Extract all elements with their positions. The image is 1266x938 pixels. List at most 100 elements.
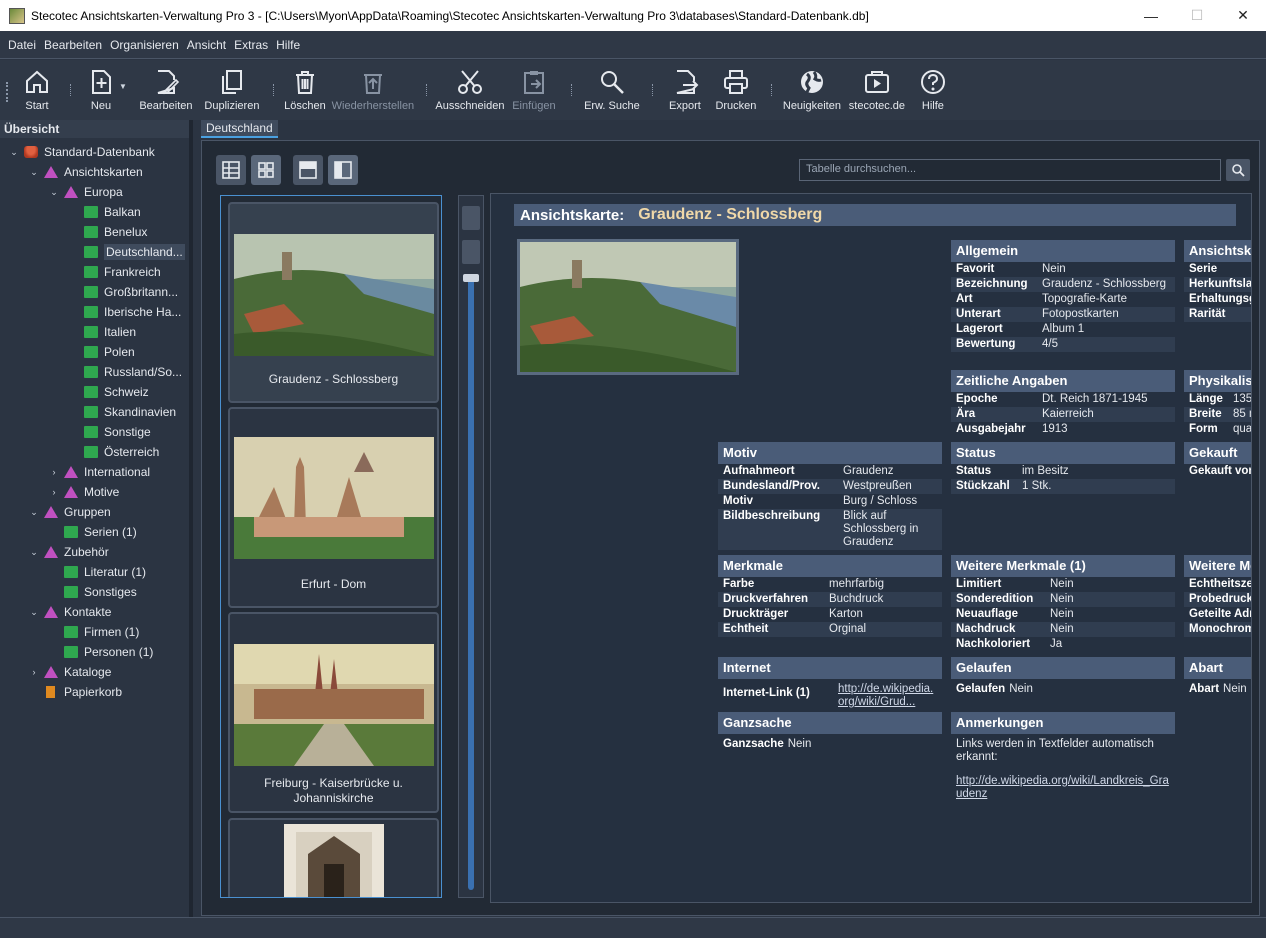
paste-button[interactable]: Einfügen: [505, 60, 563, 120]
collapse-arrow-icon[interactable]: ⌄: [28, 607, 40, 618]
field-label: Nachdruck: [956, 623, 1016, 635]
field-row: Lagerort Album 1: [951, 322, 1175, 337]
new-dropdown-icon[interactable]: ▼: [119, 82, 127, 91]
tree-item[interactable]: Großbritann...: [0, 282, 189, 302]
tree-item[interactable]: ⌄ Zubehör: [0, 542, 189, 562]
expand-arrow-icon[interactable]: ›: [28, 667, 40, 677]
tree-item[interactable]: Sonstige: [0, 422, 189, 442]
menu-organisieren[interactable]: Organisieren: [106, 38, 183, 52]
help-button[interactable]: Hilfe: [910, 60, 956, 120]
card-item[interactable]: Graudenz - Schlossberg: [228, 202, 439, 403]
slider-handle[interactable]: [463, 274, 479, 282]
tree-item[interactable]: Benelux: [0, 222, 189, 242]
tree-item[interactable]: Österreich: [0, 442, 189, 462]
tree-item[interactable]: Polen: [0, 342, 189, 362]
print-button[interactable]: Drucken: [709, 60, 763, 120]
horizontal-split-button[interactable]: [293, 155, 323, 185]
field-row: Erhaltungsgradsehr gut: [1184, 292, 1251, 307]
tree-item-label: Russland/So...: [104, 365, 183, 379]
globe-icon: [800, 71, 823, 93]
tree-item[interactable]: Sonstiges: [0, 582, 189, 602]
image-large-button[interactable]: [462, 240, 480, 264]
menu-extras[interactable]: Extras: [230, 38, 272, 52]
minimize-button[interactable]: —: [1128, 0, 1174, 31]
notes-link[interactable]: http://de.wikipedia.org/wiki/Landkreis_G…: [956, 775, 1169, 800]
table-view-button[interactable]: [216, 155, 246, 185]
field-value: mehrfarbig: [829, 578, 884, 590]
field-value: 85 mm: [1233, 408, 1251, 420]
search-button[interactable]: [1226, 159, 1250, 181]
new-button[interactable]: Neu: [79, 60, 123, 120]
vertical-split-button[interactable]: [328, 155, 358, 185]
folder-icon: [84, 366, 98, 378]
field-row: Unterart Fotopostkarten: [951, 307, 1175, 322]
collapse-arrow-icon[interactable]: ⌄: [28, 547, 40, 558]
split-horizontal-icon: [299, 161, 317, 179]
field-value: Dt. Reich 1871-1945: [1042, 393, 1148, 405]
news-button[interactable]: Neuigkeiten: [780, 60, 844, 120]
help-icon: [920, 70, 945, 94]
tree-item[interactable]: Iberische Ha...: [0, 302, 189, 322]
tree-item[interactable]: ⌄ Ansichtskarten: [0, 162, 189, 182]
tree-item[interactable]: ⌄ Europa: [0, 182, 189, 202]
collapse-arrow-icon[interactable]: ⌄: [28, 167, 40, 178]
tree-item[interactable]: ⌄ Standard-Datenbank: [0, 142, 189, 162]
edit-button[interactable]: Bearbeiten: [133, 60, 199, 120]
expand-arrow-icon[interactable]: ›: [48, 467, 60, 477]
export-button[interactable]: Export: [661, 60, 709, 120]
delete-button[interactable]: Löschen: [282, 60, 328, 120]
field-row: Druckträger Karton: [718, 607, 942, 622]
expand-arrow-icon[interactable]: ›: [48, 487, 60, 497]
tree-item[interactable]: ⌄ Kontakte: [0, 602, 189, 622]
card-item[interactable]: Freiburg - Kaiserbrücke u. Johanniskirch…: [228, 612, 439, 813]
tree-item[interactable]: › International: [0, 462, 189, 482]
tree-item[interactable]: Italien: [0, 322, 189, 342]
maximize-button[interactable]: ☐: [1174, 0, 1220, 31]
detail-name: Graudenz - Schlossberg: [638, 206, 823, 223]
close-button[interactable]: ✕: [1220, 0, 1266, 31]
cut-button[interactable]: Ausschneiden: [435, 60, 505, 120]
tree-item[interactable]: Literatur (1): [0, 562, 189, 582]
search-input[interactable]: Tabelle durchsuchen...: [799, 159, 1221, 181]
menu-datei[interactable]: Datei: [4, 38, 40, 52]
tab-deutschland[interactable]: Deutschland: [201, 120, 278, 138]
collapse-arrow-icon[interactable]: ⌄: [8, 147, 20, 158]
tree-item[interactable]: Russland/So...: [0, 362, 189, 382]
field-label: Art: [956, 293, 973, 305]
gallery-view-button[interactable]: [251, 155, 281, 185]
thumbnail-size-slider[interactable]: [468, 274, 474, 890]
tree-item[interactable]: Frankreich: [0, 262, 189, 282]
tree-item[interactable]: ⌄ Gruppen: [0, 502, 189, 522]
tree-item[interactable]: Serien (1): [0, 522, 189, 542]
grid-icon: [258, 162, 274, 178]
menu-bearbeiten[interactable]: Bearbeiten: [40, 38, 106, 52]
tree-item[interactable]: Personen (1): [0, 642, 189, 662]
field-value: Nein: [787, 738, 812, 750]
menu-ansicht[interactable]: Ansicht: [183, 38, 230, 52]
duplicate-button[interactable]: Duplizieren: [199, 60, 265, 120]
tree-item[interactable]: Papierkorb: [0, 682, 189, 702]
stecotec-button[interactable]: stecotec.de: [844, 60, 910, 120]
card-item[interactable]: Erfurt - Dom: [228, 407, 439, 608]
restore-button[interactable]: Wiederherstellen: [328, 60, 418, 120]
collapse-arrow-icon[interactable]: ⌄: [28, 507, 40, 518]
advanced-search-button[interactable]: Erw. Suche: [580, 60, 644, 120]
internet-link[interactable]: http://de.wikipedia.org/wiki/Grud...: [838, 683, 937, 709]
tree-item[interactable]: Firmen (1): [0, 622, 189, 642]
tree-item[interactable]: › Kataloge: [0, 662, 189, 682]
start-button[interactable]: Start: [12, 60, 62, 120]
field-row: Bezeichnung Graudenz - Schlossberg: [951, 277, 1175, 292]
menu-hilfe[interactable]: Hilfe: [272, 38, 304, 52]
image-small-button[interactable]: [462, 206, 480, 230]
tree-item[interactable]: › Motive: [0, 482, 189, 502]
tree-item[interactable]: Skandinavien: [0, 402, 189, 422]
tree-item[interactable]: Schweiz: [0, 382, 189, 402]
home-icon: [26, 70, 48, 93]
tree-item[interactable]: Balkan: [0, 202, 189, 222]
section-title: Abart: [1184, 657, 1251, 679]
collapse-arrow-icon[interactable]: ⌄: [48, 187, 60, 198]
scissors-icon: [457, 70, 482, 94]
detail-photo[interactable]: [517, 239, 739, 375]
tree-item[interactable]: Deutschland...: [0, 242, 189, 262]
card-item[interactable]: [228, 818, 439, 897]
